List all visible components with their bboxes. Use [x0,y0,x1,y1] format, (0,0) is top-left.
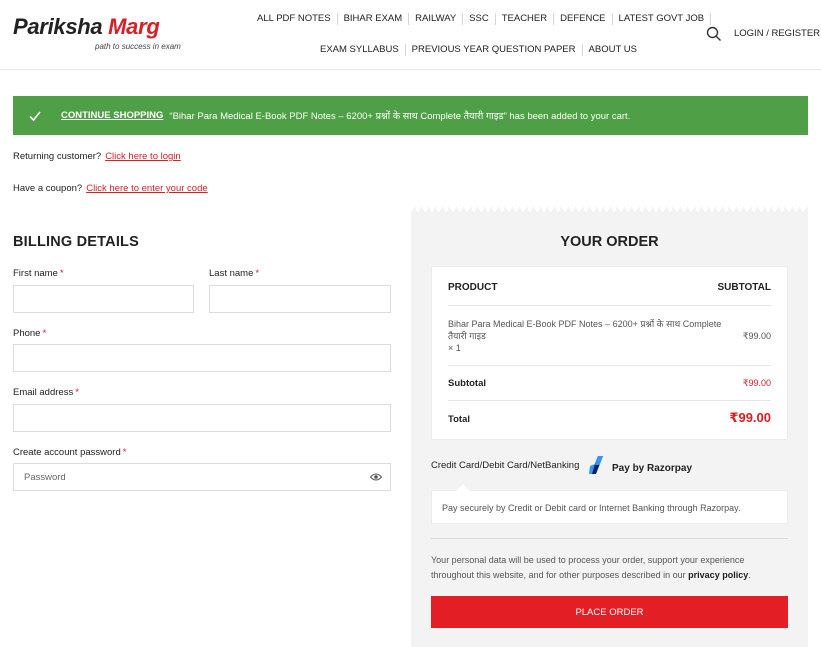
email-input[interactable] [13,404,391,432]
razorpay-label: Pay by Razorpay [612,463,693,474]
password-label: Create account password * [13,447,126,458]
email-label: Email address * [13,387,79,398]
order-title: YOUR ORDER [560,234,659,250]
order-item-name: Bihar Para Medical E-Book PDF Notes – 62… [448,318,728,354]
last-name-label-text: Last name [209,268,254,279]
eye-icon[interactable] [370,472,382,482]
product-column-header: PRODUCT [448,282,498,293]
login-link[interactable]: Click here to login [105,151,181,162]
privacy-policy-link[interactable]: privacy policy [688,570,748,580]
privacy-notice: Your personal data will be used to proce… [431,555,751,580]
billing-title: BILLING DETAILS [13,234,139,250]
main-nav-row1: ALL PDF NOTES BIHAR EXAM RAILWAY SSC TEA… [251,13,712,25]
coupon-text: Have a coupon? [13,183,83,194]
login-register-link[interactable]: LOGIN / REGISTER [734,28,820,39]
search-icon[interactable] [706,26,722,42]
nav-item-ssc[interactable]: SSC [463,13,495,25]
place-order-button[interactable]: PLACE ORDER [431,596,788,628]
main-nav-row2: EXAM SYLLABUS PREVIOUS YEAR QUESTION PAP… [314,44,643,56]
nav-item-railway[interactable]: RAILWAY [409,13,462,25]
order-item-quantity: × 1 [448,343,461,353]
returning-customer-line: Returning customer? Click here to login [13,151,181,162]
payment-description-box: Pay securely by Credit or Debit card or … [431,484,788,524]
coupon-line: Have a coupon? Click here to enter your c… [13,183,208,194]
required-mark: * [122,447,127,458]
check-icon [29,110,41,121]
razorpay-logo-icon [589,456,603,474]
table-divider [448,305,771,306]
order-review-panel: YOUR ORDER PRODUCT SUBTOTAL Bihar Para M… [411,212,808,647]
nav-item-previous-year-papers[interactable]: PREVIOUS YEAR QUESTION PAPER [406,44,582,56]
required-mark: * [42,328,47,339]
first-name-label: First name * [13,268,64,279]
cart-added-notice: CONTINUE SHOPPING “Bihar Para Medical E-… [13,96,808,135]
subtotal-label: Subtotal [448,378,486,389]
nav-item-all-pdf-notes[interactable]: ALL PDF NOTES [251,13,337,25]
returning-customer-text: Returning customer? [13,151,102,162]
first-name-input[interactable] [13,285,194,313]
first-name-label-text: First name [13,268,58,279]
nav-item-latest-govt-job[interactable]: LATEST GOVT JOB [613,13,711,25]
phone-input[interactable] [13,344,391,372]
total-label: Total [448,414,470,425]
password-input[interactable]: Password [13,463,391,491]
phone-label-text: Phone [13,328,41,339]
nav-item-teacher[interactable]: TEACHER [496,13,553,25]
logo-text: Pariksha Marg [13,14,160,40]
site-logo[interactable]: Pariksha Marg path to success in exam [13,14,188,54]
logo-part1: Pariksha [13,14,103,39]
last-name-label: Last name * [209,268,259,279]
box-pointer [456,484,470,491]
payment-description: Pay securely by Credit or Debit card or … [442,503,741,513]
required-mark: * [59,268,64,279]
email-label-text: Email address [13,387,74,398]
nav-item-bihar-exam[interactable]: BIHAR EXAM [338,13,409,25]
table-divider [448,365,771,366]
order-item-price: ₹99.00 [742,331,771,341]
nav-item-exam-syllabus[interactable]: EXAM SYLLABUS [314,44,405,56]
required-mark: * [75,387,79,398]
nav-item-about-us[interactable]: ABOUT US [583,44,643,56]
subtotal-value: ₹99.00 [742,378,771,388]
nav-divider [710,13,712,25]
nav-item-defence[interactable]: DEFENCE [554,13,611,25]
subtotal-column-header: SUBTOTAL [717,282,771,293]
continue-shopping-link[interactable]: CONTINUE SHOPPING [61,110,163,121]
total-value: ₹99.00 [729,410,771,425]
last-name-input[interactable] [209,285,391,313]
logo-part2: Marg [108,14,160,39]
logo-tagline: path to success in exam [95,42,181,51]
notice-message: “Bihar Para Medical E-Book PDF Notes – 6… [169,111,631,122]
site-header: Pariksha Marg path to success in exam AL… [0,0,821,70]
password-label-text: Create account password [13,447,121,458]
order-item-title: Bihar Para Medical E-Book PDF Notes – 62… [448,319,722,341]
enter-coupon-link[interactable]: Click here to enter your code [86,183,207,194]
required-mark: * [255,268,260,279]
table-divider [448,400,771,401]
password-placeholder: Password [24,472,66,483]
phone-label: Phone * [13,328,46,339]
order-table: PRODUCT SUBTOTAL Bihar Para Medical E-Bo… [431,266,788,440]
payment-method-label[interactable]: Credit Card/Debit Card/NetBanking [431,460,579,471]
panel-divider [431,538,788,539]
